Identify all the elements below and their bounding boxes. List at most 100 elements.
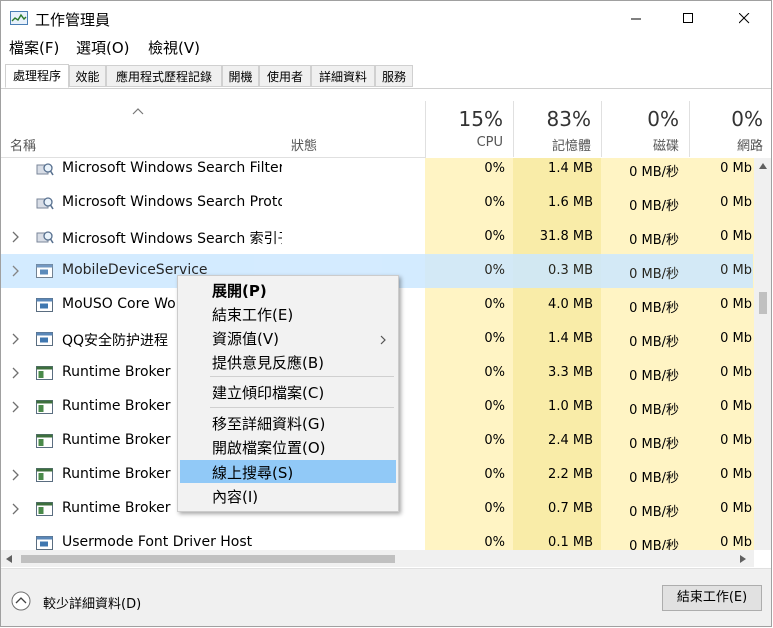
- memory-value: 1.6 MB: [548, 195, 593, 210]
- expand-chevron-icon[interactable]: [11, 502, 21, 516]
- context-item-label: 結束工作(E): [212, 306, 294, 324]
- disk-value: 0 MB/秒: [629, 165, 679, 180]
- memory-value: 0.3 MB: [548, 263, 593, 278]
- tab-app-history[interactable]: 應用程式歷程記錄: [106, 65, 222, 87]
- context-item-create-dump[interactable]: 建立傾印檔案(C): [180, 380, 396, 403]
- cpu-value: 0%: [484, 161, 505, 176]
- context-item-label: 展開(P): [212, 282, 267, 300]
- disk-value: 0 MB/秒: [629, 301, 679, 316]
- service-icon: [36, 298, 54, 312]
- tab-performance[interactable]: 效能: [69, 65, 106, 87]
- column-header-disk[interactable]: 0% 磁碟: [601, 101, 689, 157]
- app-window-icon: [36, 400, 54, 414]
- disk-value: 0 MB/秒: [629, 335, 679, 350]
- network-value: 0 Mb: [720, 263, 752, 278]
- expand-chevron-icon[interactable]: [11, 332, 21, 346]
- memory-value: 2.4 MB: [548, 433, 593, 448]
- maximize-button[interactable]: [665, 1, 711, 35]
- vertical-scroll-thumb[interactable]: [759, 292, 767, 314]
- process-name: Microsoft Windows Search 索引子: [62, 231, 282, 247]
- column-header-network[interactable]: 0% 網路: [689, 101, 771, 157]
- collapse-details-icon[interactable]: [11, 591, 31, 611]
- cpu-value: 0%: [484, 433, 505, 448]
- table-row[interactable]: Microsoft Windows Search Filter ... 0% 1.4…: [1, 152, 753, 186]
- tab-details[interactable]: 詳細資料: [311, 65, 375, 87]
- menu-file[interactable]: 檔案(F): [9, 37, 59, 58]
- tab-services[interactable]: 服務: [375, 65, 413, 87]
- submenu-arrow-icon: [380, 331, 386, 345]
- memory-value: 3.3 MB: [548, 365, 593, 380]
- app-window-icon: [36, 502, 54, 516]
- search-process-icon: [36, 162, 54, 176]
- expand-chevron-icon[interactable]: [11, 468, 21, 482]
- context-item-go-to-details[interactable]: 移至詳細資料(G): [180, 411, 396, 434]
- scroll-right-icon[interactable]: [739, 554, 747, 564]
- expand-chevron-icon[interactable]: [11, 400, 21, 414]
- sort-ascending-icon: [132, 105, 144, 115]
- context-item-label: 建立傾印檔案(C): [212, 384, 325, 402]
- context-item-resource-values[interactable]: 資源值(V): [180, 326, 396, 349]
- search-process-icon: [36, 230, 54, 244]
- vertical-scrollbar[interactable]: [754, 158, 771, 550]
- network-value: 0 Mb: [720, 399, 752, 414]
- memory-value: 1.4 MB: [548, 331, 593, 346]
- cpu-value: 0%: [484, 365, 505, 380]
- context-item-label: 移至詳細資料(G): [212, 415, 326, 433]
- process-name: Microsoft Windows Search Filter ...: [62, 160, 282, 176]
- memory-value: 0.7 MB: [548, 501, 593, 516]
- minimize-button[interactable]: [613, 1, 659, 35]
- fewer-details-link[interactable]: 較少詳細資料(D): [43, 593, 141, 612]
- app-window-icon: [36, 434, 54, 448]
- horizontal-scroll-thumb[interactable]: [21, 555, 395, 563]
- expand-chevron-icon[interactable]: [11, 366, 21, 380]
- cpu-value: 0%: [484, 535, 505, 550]
- context-item-feedback[interactable]: 提供意見反應(B): [180, 350, 396, 373]
- context-item-label: 資源值(V): [212, 330, 279, 348]
- context-item-label: 內容(I): [212, 488, 259, 506]
- cpu-value: 0%: [484, 467, 505, 482]
- context-item-properties[interactable]: 內容(I): [180, 484, 396, 507]
- network-percent: 0%: [731, 107, 763, 131]
- disk-value: 0 MB/秒: [629, 437, 679, 452]
- network-value: 0 Mb: [720, 433, 752, 448]
- cpu-value: 0%: [484, 229, 505, 244]
- column-header-cpu[interactable]: 15% CPU: [425, 101, 513, 157]
- context-item-end-task[interactable]: 結束工作(E): [180, 302, 396, 325]
- context-item-label: 開啟檔案位置(O): [212, 439, 326, 457]
- context-item-open-file-location[interactable]: 開啟檔案位置(O): [180, 435, 396, 458]
- tab-users[interactable]: 使用者: [259, 65, 311, 87]
- menu-separator: [210, 376, 394, 377]
- table-row[interactable]: Microsoft Windows Search 索引子 0% 31.8 MB 0 M…: [1, 220, 753, 254]
- tab-startup[interactable]: 開機: [222, 65, 259, 87]
- close-button[interactable]: [721, 1, 767, 35]
- network-value: 0 Mb: [720, 535, 752, 550]
- service-icon: [36, 332, 54, 346]
- context-menu: 展開(P) 結束工作(E) 資源值(V) 提供意見反應(B) 建立傾印檔案(C) 移至詳細…: [177, 275, 399, 512]
- expand-chevron-icon[interactable]: [11, 230, 21, 244]
- context-item-search-online[interactable]: 線上搜尋(S): [180, 460, 396, 483]
- horizontal-scrollbar[interactable]: [1, 550, 754, 567]
- tab-divider: [1, 88, 771, 89]
- menu-options[interactable]: 選項(O): [76, 37, 130, 58]
- column-header-memory[interactable]: 83% 記憶體: [513, 101, 601, 157]
- bottom-bar: 較少詳細資料(D) 結束工作(E): [1, 568, 771, 626]
- cpu-label: CPU: [476, 135, 503, 150]
- table-row[interactable]: Microsoft Windows Search Protoc... 0% 1.6 …: [1, 186, 753, 220]
- app-window-icon: [36, 468, 54, 482]
- end-task-button[interactable]: 結束工作(E): [662, 585, 762, 611]
- tab-processes[interactable]: 處理程序: [5, 64, 69, 88]
- memory-percent: 83%: [546, 107, 591, 131]
- context-item-expand[interactable]: 展開(P): [180, 278, 396, 301]
- expand-chevron-icon[interactable]: [11, 264, 21, 278]
- context-item-label: 線上搜尋(S): [212, 464, 294, 482]
- scroll-left-icon[interactable]: [5, 554, 13, 564]
- disk-value: 0 MB/秒: [629, 267, 679, 282]
- service-icon: [36, 536, 54, 550]
- disk-value: 0 MB/秒: [629, 505, 679, 520]
- title-bar: 工作管理員: [1, 1, 771, 35]
- memory-value: 1.4 MB: [548, 161, 593, 176]
- search-process-icon: [36, 196, 54, 210]
- menu-view[interactable]: 檢視(V): [148, 37, 200, 58]
- scroll-up-icon[interactable]: [758, 162, 768, 170]
- memory-value: 31.8 MB: [539, 229, 593, 244]
